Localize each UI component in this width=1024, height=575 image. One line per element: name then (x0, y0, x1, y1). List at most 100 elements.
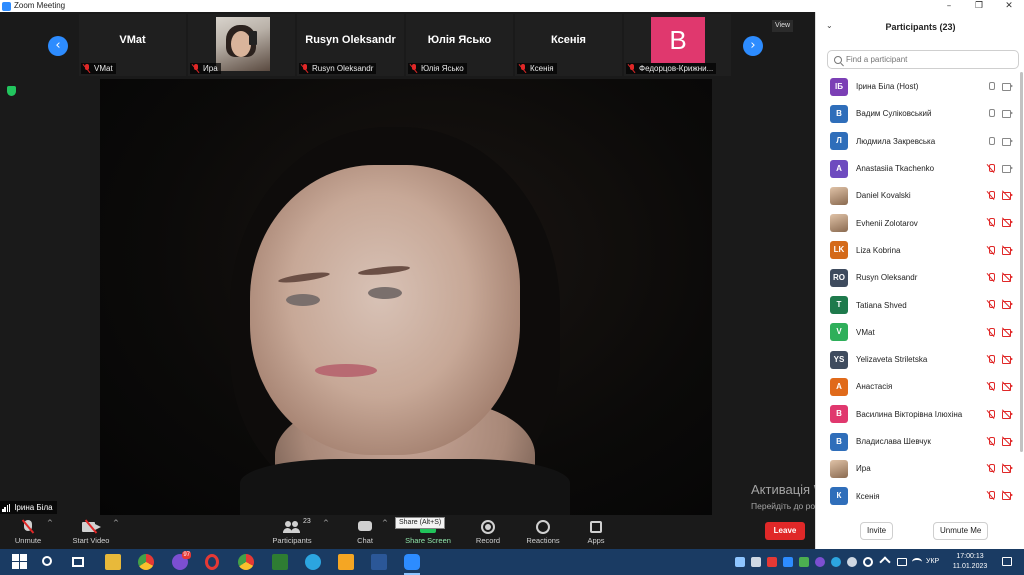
video-thumbnail[interactable]: B Федорцов-Крижни... (624, 14, 731, 76)
video-thumbnail[interactable]: Ксенія Ксенія (515, 14, 622, 76)
participant-search[interactable] (827, 50, 1019, 69)
audio-options-caret[interactable]: ^ (47, 519, 53, 527)
participants-button[interactable]: 23 Participants (268, 518, 316, 548)
participant-row[interactable]: Ира (816, 455, 1024, 482)
viber-icon[interactable]: 97 (172, 551, 191, 570)
tray-chat-icon[interactable] (735, 557, 745, 567)
app-icon[interactable] (338, 554, 354, 570)
participant-row[interactable]: Л Людмила Закревська (816, 128, 1024, 155)
record-icon (481, 520, 495, 534)
mic-muted-icon (988, 464, 995, 473)
reactions-label: Reactions (526, 536, 560, 545)
video-thumbnail[interactable]: Ира (188, 14, 295, 76)
video-options-caret[interactable]: ^ (113, 519, 119, 527)
participant-row[interactable]: Daniel Kovalski (816, 182, 1024, 209)
mic-muted-icon (83, 64, 91, 73)
windows-start-icon[interactable] (12, 554, 28, 570)
start-video-button[interactable]: Start Video (68, 518, 114, 548)
participant-row[interactable]: T Tatiana Shved (816, 291, 1024, 318)
tray-telegram-icon[interactable] (831, 557, 841, 567)
mic-muted-icon (988, 218, 995, 227)
chat-icon (358, 521, 372, 531)
battery-icon[interactable] (897, 558, 907, 566)
search-input[interactable] (846, 55, 1016, 64)
video-thumbnail[interactable]: Юлія Ясько Юлія Ясько (406, 14, 513, 76)
task-view-icon[interactable] (72, 557, 84, 567)
tray-app-icon[interactable] (751, 557, 761, 567)
notifications-icon[interactable] (1002, 557, 1012, 566)
participant-name: Evhenii Zolotarov (856, 218, 918, 228)
participant-row[interactable]: LK Liza Kobrina (816, 237, 1024, 264)
tray-antivirus-icon[interactable] (767, 557, 777, 567)
opera-icon[interactable] (205, 554, 219, 570)
tray-viber-icon[interactable] (815, 557, 825, 567)
video-off-icon (1001, 490, 1013, 501)
participant-row[interactable]: V VMat (816, 319, 1024, 346)
file-explorer-icon[interactable] (105, 554, 121, 570)
prev-page-button[interactable]: ‹ (48, 36, 68, 56)
participant-row[interactable]: YS Yelizaveta Striletska (816, 346, 1024, 373)
video-off-icon (1001, 327, 1013, 337)
wifi-icon[interactable] (912, 558, 922, 566)
participant-status-icons (988, 136, 1013, 146)
participant-row[interactable]: К Ксенія (816, 482, 1024, 509)
next-page-button[interactable]: › (743, 36, 763, 56)
taskbar-clock[interactable]: 17:00:13 11.01.2023 (948, 552, 992, 572)
chrome-icon[interactable] (138, 554, 154, 570)
word-icon[interactable] (371, 554, 387, 570)
input-language[interactable]: УКР (926, 557, 939, 567)
search-icon[interactable] (42, 556, 52, 566)
participant-row[interactable]: A Anastasiia Tkachenko (816, 155, 1024, 182)
participant-row[interactable]: RO Rusyn Oleksandr (816, 264, 1024, 291)
apps-icon (590, 521, 602, 533)
participant-row[interactable]: ІБ Ірина Біла (Host) (816, 73, 1024, 100)
reactions-button[interactable]: Reactions (522, 518, 564, 548)
video-off-icon (1001, 245, 1013, 255)
participant-list-scrollbar[interactable] (1020, 72, 1023, 452)
apps-button[interactable]: Apps (580, 518, 612, 548)
chat-options-caret[interactable]: ^ (382, 519, 388, 527)
unmute-button[interactable]: Unmute (6, 518, 50, 548)
participants-options-caret[interactable]: ^ (323, 519, 329, 527)
record-button[interactable]: Record (470, 518, 506, 548)
participant-status-icons (988, 299, 1013, 310)
participant-row[interactable]: В Василина Вікторівна Ілюхіна (816, 401, 1024, 428)
participant-row[interactable]: Evhenii Zolotarov (816, 209, 1024, 236)
tray-app-icon-4[interactable] (863, 557, 873, 567)
chrome-profile-icon[interactable] (238, 554, 254, 570)
mic-muted-icon (988, 327, 995, 337)
participant-row[interactable]: А Анастасія (816, 373, 1024, 400)
telegram-icon[interactable] (305, 554, 321, 570)
participant-avatar: V (830, 323, 848, 342)
thumbnail-label-text: Rusyn Oleksandr (312, 64, 374, 73)
view-button[interactable]: View (772, 20, 794, 32)
participant-name: Людмила Закревська (856, 136, 936, 146)
mic-muted-icon (410, 64, 418, 73)
mic-muted-icon (988, 354, 995, 364)
video-thumbnail[interactable]: VMat VMat (79, 14, 186, 76)
search-icon (834, 55, 842, 64)
video-thumbnail[interactable]: Rusyn Oleksandr Rusyn Oleksandr (297, 14, 404, 76)
record-label: Record (475, 536, 501, 545)
tray-app-icon-2[interactable] (799, 557, 809, 567)
participant-row[interactable]: В Вадим Суліковський (816, 100, 1024, 127)
maximize-button[interactable]: ❐ (964, 0, 994, 12)
video-camera-icon (1002, 164, 1013, 173)
chat-button[interactable]: Chat (345, 518, 385, 548)
thumbnail-label: Rusyn Oleksandr (299, 63, 377, 74)
tray-zoom-icon[interactable] (783, 557, 793, 567)
unmute-me-button[interactable]: Unmute Me (933, 522, 989, 540)
mic-muted-icon (988, 163, 995, 173)
invite-button[interactable]: Invite (860, 522, 894, 540)
store-icon[interactable] (272, 554, 288, 570)
leave-button[interactable]: Leave (765, 522, 805, 540)
close-button[interactable]: ✕ (994, 0, 1024, 12)
participant-row[interactable]: В Владислава Шевчук (816, 428, 1024, 455)
tray-app-icon-3[interactable] (847, 557, 857, 567)
security-shield-icon[interactable] (7, 86, 16, 96)
tray-overflow-icon[interactable] (879, 556, 891, 568)
zoom-taskbar-icon[interactable] (404, 554, 420, 575)
participant-status-icons (988, 381, 1013, 392)
minimize-button[interactable]: – (934, 0, 964, 12)
mic-muted-icon (988, 191, 995, 200)
